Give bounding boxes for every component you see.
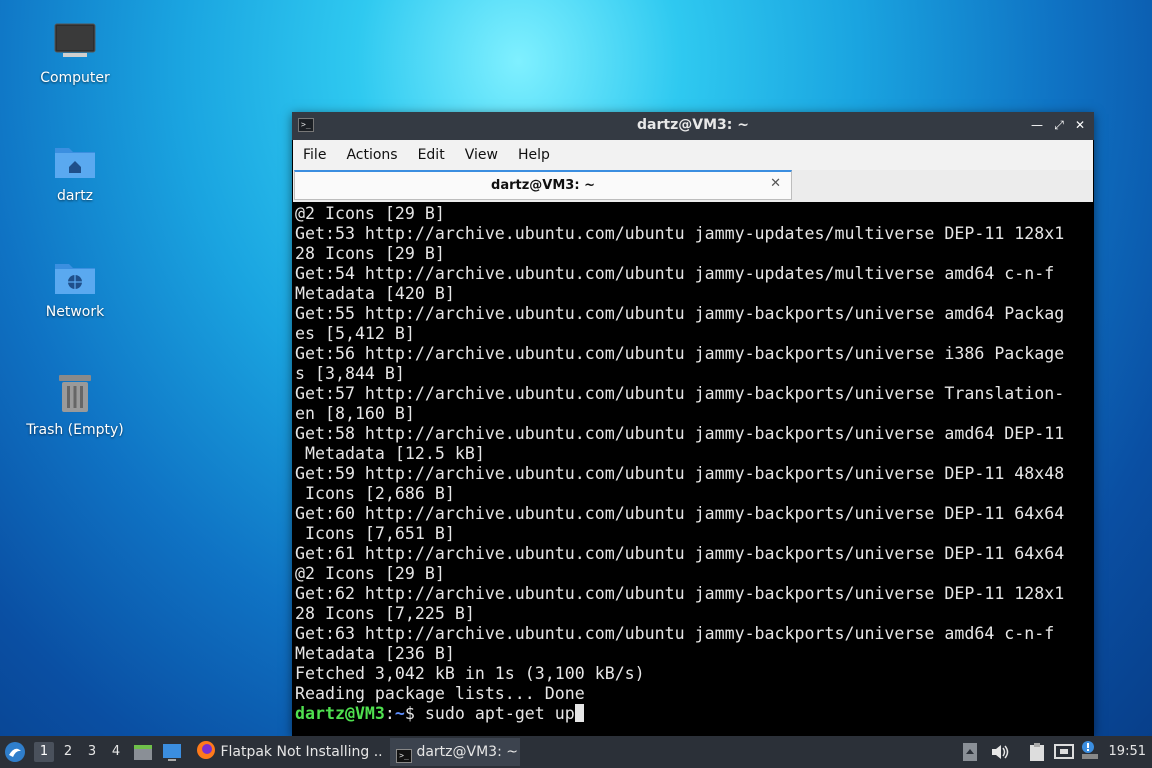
terminal-line: Metadata [236 B] [295,644,455,663]
terminal-line: Get:60 http://archive.ubuntu.com/ubuntu … [295,504,1065,523]
workspace-2[interactable]: 2 [58,742,78,762]
tab-terminal[interactable]: dartz@VM3: ~ ✕ [294,170,792,200]
computer-icon [20,22,130,66]
show-desktop-button[interactable] [162,736,184,768]
maximize-button[interactable]: ⤢ [1050,116,1068,134]
terminal-output[interactable]: @2 Icons [29 B] Get:53 http://archive.ubu… [294,204,1092,736]
workspace-4[interactable]: 4 [106,742,126,762]
tab-close-icon[interactable]: ✕ [770,176,781,191]
terminal-line: Get:57 http://archive.ubuntu.com/ubuntu … [295,384,1065,403]
workspace-3[interactable]: 3 [82,742,102,762]
task-terminal[interactable]: >_ dartz@VM3: ~ [390,738,520,766]
notification-icon [1082,741,1098,759]
network-wired-icon [1054,744,1074,759]
menu-bar: File Actions Edit View Help [293,140,1093,171]
text-cursor [574,704,584,722]
trash-icon [20,372,130,418]
prompt-path: ~ [394,704,405,723]
file-manager-icon [134,745,152,760]
terminal-line: Get:55 http://archive.ubuntu.com/ubuntu … [295,304,1065,323]
terminal-line: Icons [2,686 B] [295,484,455,503]
clock[interactable]: 19:51 [1109,736,1146,768]
desktop-icon [163,744,181,761]
terminal-prompt-line[interactable]: dartz@VM3:~$ sudo apt-get up [295,704,1092,724]
terminal-line: Get:58 http://archive.ubuntu.com/ubuntu … [295,424,1065,443]
terminal-line: Get:54 http://archive.ubuntu.com/ubuntu … [295,264,1055,283]
arrow-up-icon [963,743,977,761]
task-firefox[interactable]: Flatpak Not Installing ... [192,738,384,766]
tray-overflow-button[interactable] [962,736,980,768]
terminal-line: Get:56 http://archive.ubuntu.com/ubuntu … [295,344,1065,363]
firefox-icon [197,741,215,759]
window-title: dartz@VM3: ~ [637,117,749,133]
desktop-icon-network[interactable]: Network [20,256,130,320]
terminal-line: Metadata [12.5 kB] [295,444,485,463]
minimize-button[interactable]: — [1028,116,1046,134]
menu-actions[interactable]: Actions [336,140,407,163]
tab-label: dartz@VM3: ~ [491,178,595,193]
volume-button[interactable] [990,736,1012,768]
close-button[interactable]: ✕ [1071,116,1089,134]
menu-help[interactable]: Help [508,140,560,163]
terminal-line: @2 Icons [29 B] [295,204,445,223]
terminal-line: Get:53 http://archive.ubuntu.com/ubuntu … [295,224,1065,243]
desktop-icon-label: dartz [56,188,94,204]
terminal-line: Get:59 http://archive.ubuntu.com/ubuntu … [295,464,1065,483]
prompt-command: sudo apt-get up [424,704,575,723]
workspace-1[interactable]: 1 [34,742,54,762]
terminal-line: en [8,160 B] [295,404,415,423]
terminal-icon: >_ [396,749,412,763]
window-titlebar[interactable]: >_ dartz@VM3: ~ — ⤢ ✕ [292,112,1094,140]
file-manager-launcher[interactable] [133,736,155,768]
network-button[interactable] [1054,736,1076,768]
terminal-line: @2 Icons [29 B] [295,564,445,583]
app-menu-button[interactable] [4,736,30,768]
menu-edit[interactable]: Edit [408,140,455,163]
home-folder-icon [20,140,130,184]
terminal-line: Get:63 http://archive.ubuntu.com/ubuntu … [295,624,1055,643]
lubuntu-logo-icon [5,742,25,762]
desktop-icon-label: Computer [40,70,110,86]
terminal-window: >_ dartz@VM3: ~ — ⤢ ✕ File Actions Edit Vie… [292,112,1094,736]
desktop-icon-label: Network [45,304,105,320]
desktop-icon-computer[interactable]: Computer [20,22,130,86]
menu-view[interactable]: View [455,140,508,163]
terminal-line: 28 Icons [7,225 B] [295,604,475,623]
terminal-line: es [5,412 B] [295,324,415,343]
prompt-separator: : [384,704,395,723]
terminal-line: Reading package lists... Done [295,684,585,703]
terminal-line: Fetched 3,042 kB in 1s (3,100 kB/s) [295,664,645,683]
terminal-line: 28 Icons [29 B] [295,244,445,263]
terminal-line: Icons [7,651 B] [295,524,455,543]
notifications-button[interactable] [1080,736,1102,768]
taskbar: 1 2 3 4 Flatpak Not Installing ... >_ da… [0,736,1152,768]
network-folder-icon [20,256,130,300]
menu-file[interactable]: File [293,140,336,163]
desktop-icon-label: Trash (Empty) [26,422,124,438]
prompt-user-host: dartz@VM3 [295,704,385,723]
terminal-line: Metadata [420 B] [295,284,455,303]
task-label: dartz@VM3: ~ [416,744,518,760]
tab-bar: dartz@VM3: ~ ✕ [293,170,1093,202]
clipboard-button[interactable] [1028,736,1050,768]
terminal-line: Get:62 http://archive.ubuntu.com/ubuntu … [295,584,1065,603]
prompt-symbol: $ [404,704,425,723]
task-label: Flatpak Not Installing ... [220,744,384,760]
desktop-icon-home[interactable]: dartz [20,140,130,204]
speaker-icon [992,745,1009,759]
terminal-line: Get:61 http://archive.ubuntu.com/ubuntu … [295,544,1065,563]
desktop-icon-trash[interactable]: Trash (Empty) [20,372,130,438]
terminal-line: s [3,844 B] [295,364,405,383]
clipboard-icon [1030,743,1044,761]
